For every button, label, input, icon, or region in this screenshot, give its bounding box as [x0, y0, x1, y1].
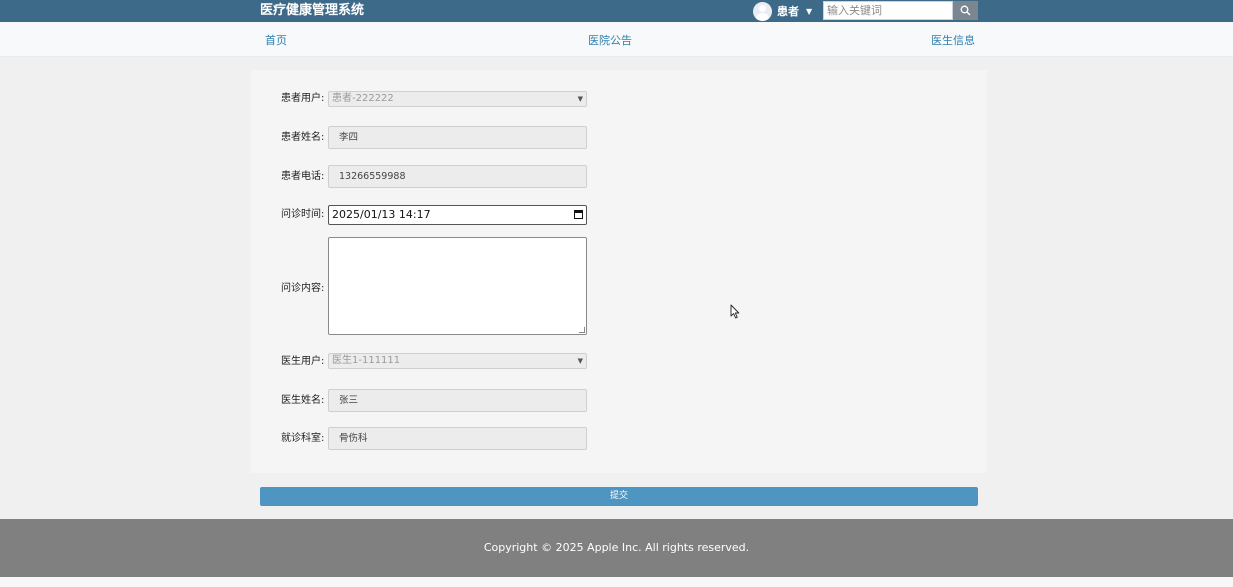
footer: Copyright © 2025 Apple Inc. All rights r…: [0, 519, 1233, 577]
patient-phone-label: 患者电话:: [281, 171, 325, 182]
department-label: 就诊科室:: [281, 433, 325, 444]
search-icon: [960, 5, 971, 16]
doctor-user-select[interactable]: 医生1-111111 ▼: [328, 353, 587, 369]
search-button[interactable]: [953, 1, 978, 20]
patient-user-select[interactable]: 患者-222222 ▼: [328, 91, 587, 107]
doctor-name-field[interactable]: 张三: [328, 389, 587, 412]
nav-bar: 首页 医院公告 医生信息: [0, 22, 1233, 57]
doctor-user-value: 医生1-111111: [332, 355, 401, 366]
department-field[interactable]: 骨伤科: [328, 427, 587, 450]
top-bar: 医疗健康管理系统 患者 ▼: [0, 0, 1233, 22]
submit-button[interactable]: 提交: [260, 487, 978, 506]
resize-handle-icon[interactable]: [579, 327, 585, 333]
chevron-down-icon: ▼: [577, 357, 583, 365]
avatar-icon: [753, 1, 772, 21]
nav-item-doctors[interactable]: 医生信息: [931, 34, 975, 48]
visit-time-value: 2025/01/13 14:17: [332, 208, 431, 221]
mouse-pointer-icon: [730, 304, 740, 319]
caret-down-icon: ▼: [806, 6, 813, 16]
doctor-name-label: 医生姓名:: [281, 395, 325, 406]
patient-user-value: 患者-222222: [332, 93, 394, 104]
patient-name-field[interactable]: 李四: [328, 126, 587, 149]
search-input[interactable]: [823, 1, 953, 20]
visit-time-label: 问诊时间:: [281, 209, 325, 220]
copyright-text: Copyright © 2025 Apple Inc. All rights r…: [483, 541, 750, 554]
visit-time-input[interactable]: 2025/01/13 14:17: [328, 205, 587, 225]
nav-item-announcements[interactable]: 医院公告: [588, 34, 632, 48]
calendar-icon[interactable]: [574, 210, 583, 219]
patient-name-label: 患者姓名:: [281, 132, 325, 143]
visit-content-label: 问诊内容:: [281, 283, 325, 294]
visit-content-textarea[interactable]: [328, 237, 587, 335]
bottom-strip: [0, 577, 1233, 587]
nav-item-home[interactable]: 首页: [265, 34, 287, 48]
brand-title: 医疗健康管理系统: [260, 3, 365, 18]
patient-phone-field[interactable]: 13266559988: [328, 165, 587, 188]
user-menu[interactable]: 患者 ▼: [753, 1, 812, 21]
chevron-down-icon: ▼: [577, 95, 583, 103]
user-name: 患者: [777, 5, 799, 18]
doctor-user-label: 医生用户:: [281, 356, 325, 367]
patient-user-label: 患者用户:: [281, 93, 325, 104]
